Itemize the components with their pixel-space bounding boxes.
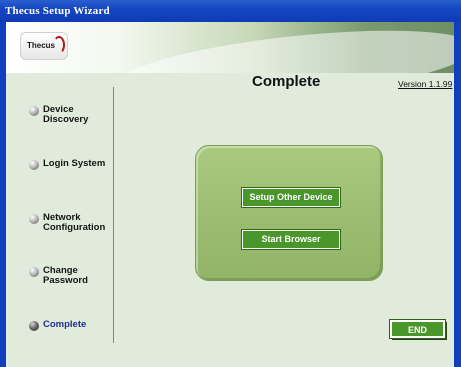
wizard-content: Device Discovery Login System Network Co… [6, 73, 454, 367]
end-button[interactable]: END [389, 319, 446, 339]
action-panel [195, 145, 383, 281]
header-banner: Thecus [6, 22, 454, 73]
step-label: Complete [43, 319, 87, 330]
radio-bullet-icon [29, 214, 39, 224]
page-title: Complete [252, 73, 321, 90]
thecus-logo: Thecus [20, 32, 68, 60]
logo-text: Thecus [27, 41, 56, 50]
step-device-discovery: Device Discovery [29, 105, 121, 125]
setup-wizard-window: Thecus Setup Wizard Thecus Device Discov… [0, 0, 461, 367]
radio-bullet-icon [29, 160, 39, 170]
thecus-swirl-icon [53, 36, 65, 54]
step-complete: Complete [29, 320, 121, 331]
step-network-configuration: Network Configuration [29, 213, 121, 233]
step-label: Login System [43, 158, 106, 169]
setup-other-device-button[interactable]: Setup Other Device [241, 187, 341, 208]
radio-bullet-icon [29, 321, 39, 331]
start-browser-button[interactable]: Start Browser [241, 229, 341, 250]
step-label: Network Configuration [43, 212, 106, 233]
step-label: Change Password [43, 265, 88, 286]
window-title: Thecus Setup Wizard [0, 0, 461, 22]
version-link[interactable]: Version 1.1.99 [398, 79, 452, 89]
window-frame-right [454, 22, 461, 367]
step-label: Device Discovery [43, 104, 89, 125]
step-change-password: Change Password [29, 266, 121, 286]
radio-bullet-icon [29, 106, 39, 116]
step-login-system: Login System [29, 159, 121, 170]
radio-bullet-icon [29, 267, 39, 277]
banner-swoosh [113, 22, 454, 73]
